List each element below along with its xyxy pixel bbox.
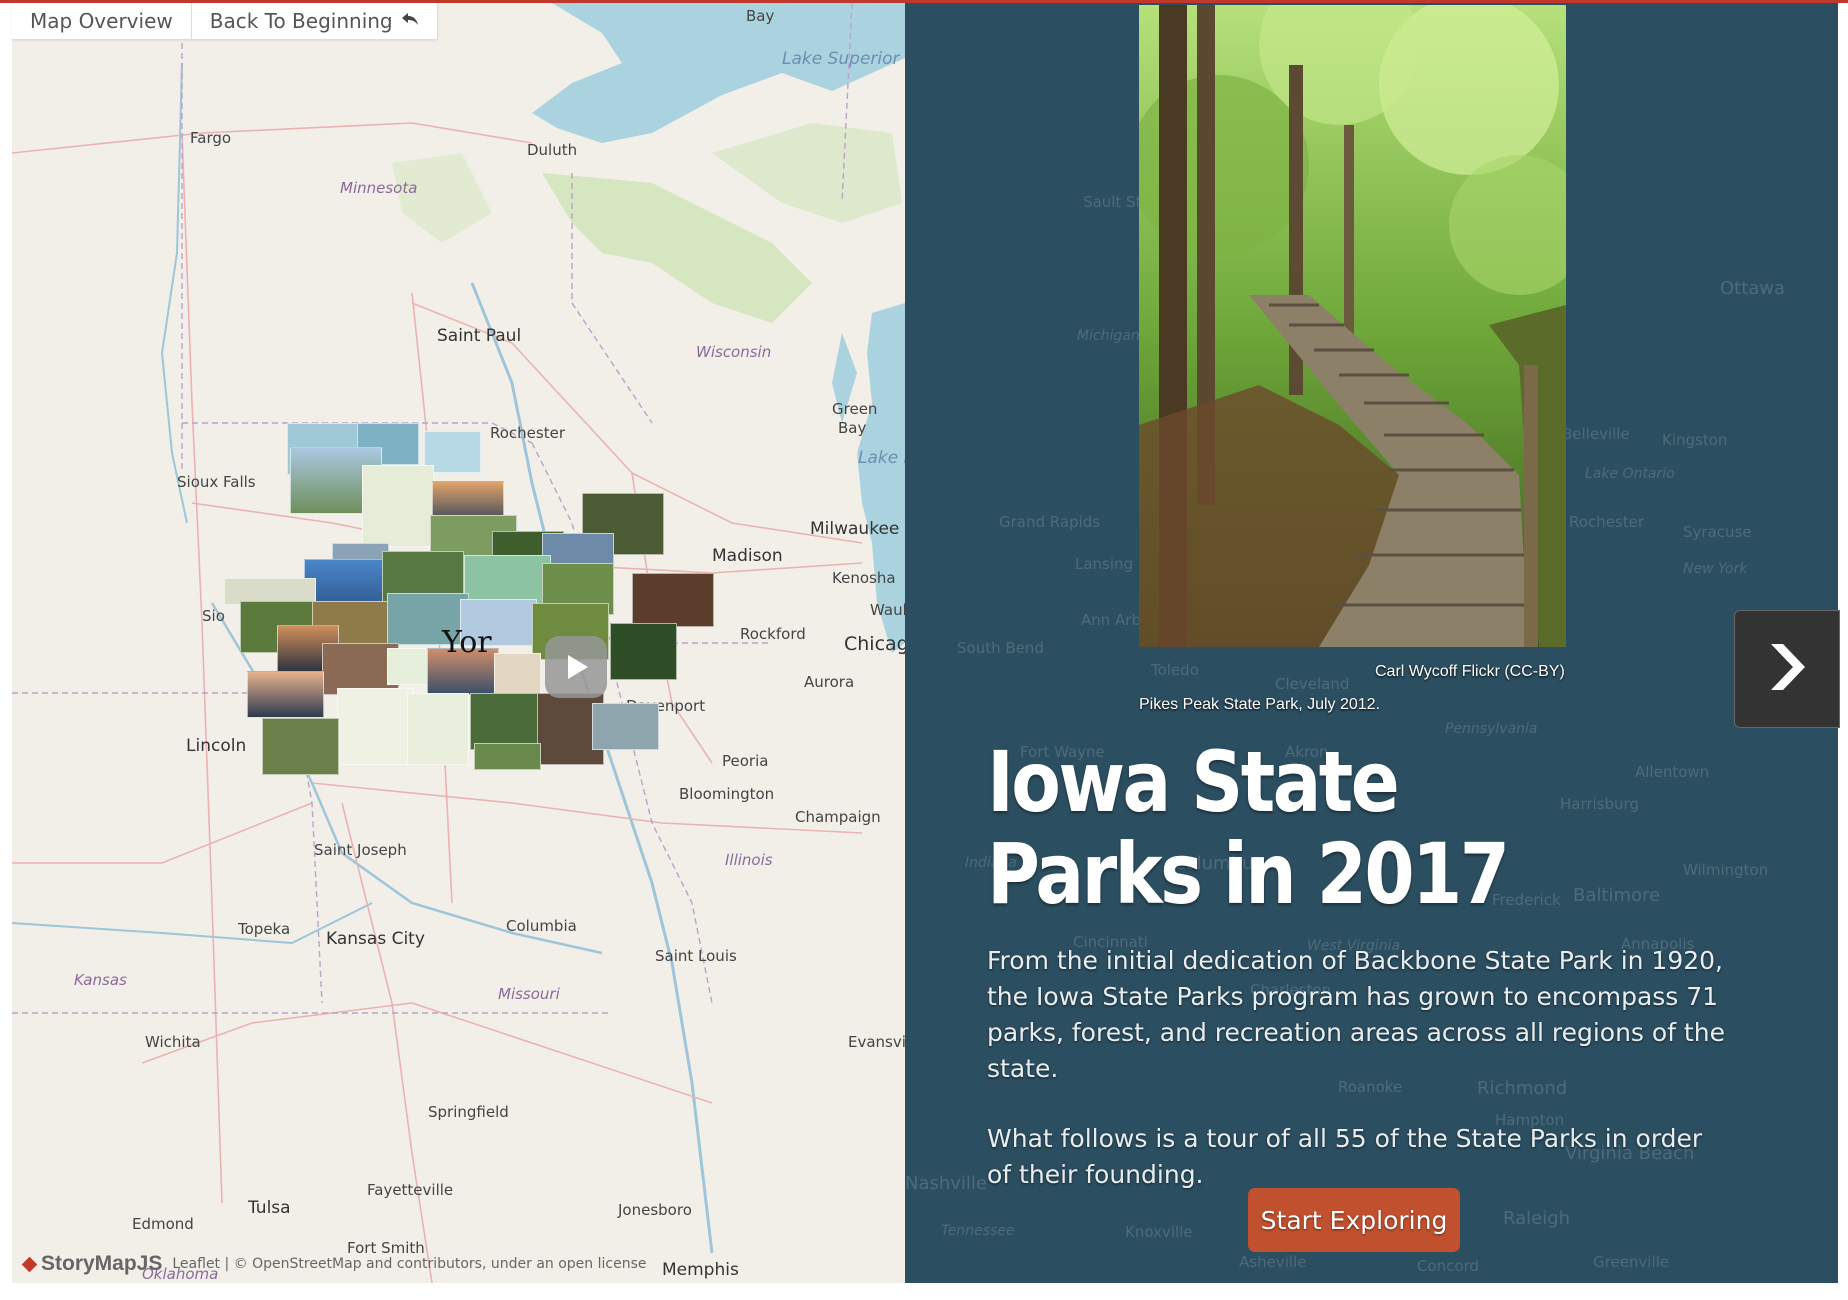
city-label: Wichita [145, 1033, 201, 1051]
start-exploring-button[interactable]: Start Exploring [1248, 1188, 1460, 1252]
storymapjs-logo[interactable]: StoryMapJS [12, 1252, 162, 1276]
city-label: Milwaukee [810, 519, 900, 539]
slide-paragraph: From the initial dedication of Backbone … [987, 946, 1725, 1083]
city-label: Edmond [132, 1215, 194, 1233]
city-label: Bay [746, 7, 775, 25]
city-label: Evansville [848, 1033, 905, 1051]
state-label: Minnesota [340, 179, 418, 197]
city-label: Rochester [490, 424, 565, 442]
city-label: Kenosha [832, 569, 896, 587]
background-map-label: Michigan [1077, 328, 1140, 344]
background-map-label: Grand Rapids [999, 513, 1101, 531]
map-view[interactable]: Bay Lake Superior Fargo Duluth Minnesota… [12, 3, 905, 1283]
city-label: Waukegan [870, 601, 905, 619]
background-map-label: Rochester [1569, 513, 1644, 531]
city-label: Jonesboro [618, 1201, 692, 1219]
photo-credit: Carl Wycoff Flickr (CC-BY) [1375, 663, 1565, 680]
city-label: Rockford [740, 625, 806, 643]
background-map-label: Nashville [905, 1173, 988, 1194]
city-label: Sio [202, 607, 225, 625]
city-label: Fayetteville [367, 1181, 454, 1199]
background-map-label: New York [1683, 561, 1748, 577]
logo-text: StoryMapJS [41, 1252, 163, 1275]
slide-photo [1139, 5, 1566, 647]
city-label: Sioux Falls [177, 473, 256, 491]
background-map-label: Cleveland [1275, 675, 1350, 693]
slide-title: Iowa State Parks in 2017 [987, 733, 1510, 923]
play-button-icon[interactable] [545, 636, 607, 698]
background-map-label: Concord [1417, 1257, 1480, 1275]
background-map-label: Pennsylvania [1445, 721, 1538, 737]
chevron-right-icon [1765, 640, 1809, 699]
water-label: Lake Superior [782, 49, 900, 69]
background-map-label: South Bend [957, 639, 1044, 657]
city-label: Springfield [428, 1103, 509, 1121]
map-overlay-text: Yor [442, 625, 492, 660]
storymap-navigation: Map Overview Back To Beginning [12, 3, 438, 40]
slide-paragraph: What follows is a tour of all 55 of the … [987, 1124, 1703, 1189]
background-map-label: Asheville [1239, 1253, 1307, 1271]
attribution-text: | © OpenStreetMap and contributors, unde… [224, 1256, 647, 1272]
photo-caption: Pikes Peak State Park, July 2012. [1139, 696, 1381, 713]
city-label: Memphis [662, 1260, 739, 1280]
background-map-label: Belleville [1562, 425, 1630, 443]
city-label: Tulsa [248, 1198, 291, 1218]
background-map-label: Allentown [1635, 763, 1710, 781]
next-slide-button[interactable] [1734, 610, 1840, 728]
state-label: Kansas [74, 971, 127, 989]
city-label: Bay [838, 419, 867, 437]
undo-arrow-icon [401, 9, 419, 33]
background-map-label: Lake Ontario [1585, 466, 1675, 482]
city-label: Saint Paul [437, 326, 522, 346]
city-label: Saint Joseph [314, 841, 407, 859]
city-label: Champaign [795, 808, 881, 826]
map-attribution: StoryMapJS Leaflet | © OpenStreetMap and… [12, 1248, 646, 1280]
city-label: Duluth [527, 141, 578, 159]
city-label: Fargo [190, 129, 232, 147]
slide-panel: Sault Ste. Marie Ottawa Michigan Kingsto… [905, 3, 1838, 1283]
diamond-icon [21, 1256, 38, 1272]
background-map-label: Syracuse [1683, 523, 1752, 541]
state-label: Wisconsin [696, 343, 772, 361]
city-label: Columbia [506, 917, 577, 935]
map-overview-button[interactable]: Map Overview [12, 3, 192, 39]
water-label: Lake Michigan [858, 448, 905, 468]
state-label: Missouri [498, 985, 560, 1003]
background-map-label: Kingston [1662, 431, 1728, 449]
city-label: Madison [712, 546, 783, 566]
city-label: Peoria [722, 752, 769, 770]
city-label: Lincoln [186, 736, 247, 756]
background-map-label: Greenville [1593, 1253, 1670, 1271]
slide-body: From the initial dedication of Backbone … [987, 943, 1727, 1227]
background-map-label: Wilmington [1683, 861, 1769, 879]
city-label: Green [832, 400, 878, 418]
back-to-beginning-label: Back To Beginning [209, 9, 393, 33]
city-label: Aurora [804, 673, 855, 691]
city-label: Kansas City [326, 929, 425, 949]
leaflet-link[interactable]: Leaflet [172, 1256, 220, 1272]
background-map-label: Ottawa [1720, 278, 1786, 299]
state-label: Illinois [725, 851, 773, 869]
city-label: Chicago [844, 633, 905, 655]
city-label: Saint Louis [655, 947, 737, 965]
city-label: Topeka [238, 920, 291, 938]
background-map-label: Toledo [1151, 661, 1199, 679]
background-map-label: Lansing [1075, 555, 1134, 573]
city-label: Bloomington [679, 785, 775, 803]
back-to-beginning-button[interactable]: Back To Beginning [192, 3, 438, 39]
map-overview-label: Map Overview [30, 9, 173, 33]
